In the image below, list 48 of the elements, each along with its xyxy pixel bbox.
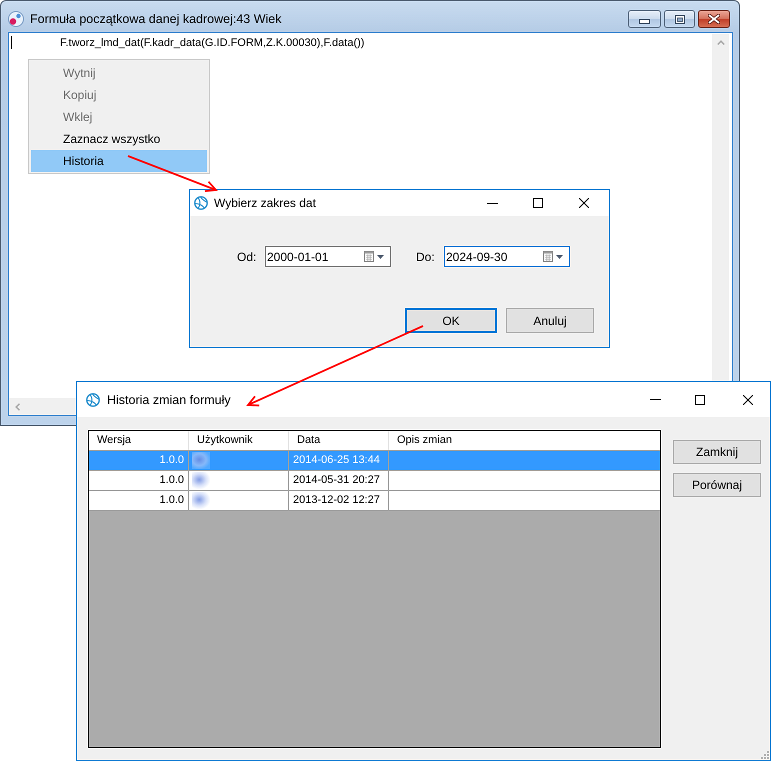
window-title: Formuła początkowa danej kadrowej:43 Wiek (30, 12, 282, 26)
table-cell: 2013-12-02 12:27 (289, 491, 389, 510)
minimize-icon[interactable] (487, 202, 498, 204)
formula-text: F.tworz_lmd_dat(F.kadr_data(G.ID.FORM,Z.K.00030),F.data()) (60, 36, 364, 48)
maximize-icon[interactable] (533, 198, 543, 208)
close-icon (708, 14, 720, 24)
maximize-icon (674, 14, 684, 24)
caret-icon (556, 254, 563, 258)
close-icon[interactable] (743, 394, 753, 404)
field-label: Od: (237, 250, 258, 264)
minimize-button[interactable] (628, 10, 661, 28)
table-row[interactable]: 1.0.0 2014-05-31 20:27 (89, 471, 660, 491)
field-label: Do: (416, 250, 436, 264)
chevron-left-icon (15, 402, 20, 410)
column-header[interactable]: Opis zmian (389, 431, 660, 450)
table-row[interactable]: 1.0.0 2013-12-02 12:27 (89, 491, 660, 511)
dialog-button[interactable]: Zamknij (673, 440, 761, 464)
column-header[interactable]: Data (289, 431, 389, 450)
calendar-icon (543, 251, 553, 262)
globe-icon (86, 392, 100, 406)
table-cell: 1.0.0 (89, 491, 189, 510)
date-field[interactable]: 2000-01-01 (265, 246, 391, 267)
column-header[interactable]: Użytkownik (189, 431, 289, 450)
table-cell: 1.0.0 (89, 471, 189, 490)
dialog-title: Wybierz zakres dat (214, 196, 316, 210)
close-icon[interactable] (579, 198, 589, 208)
chevron-up-icon (716, 40, 724, 45)
dialog-button[interactable]: Anuluj (506, 308, 594, 333)
table-cell: 2014-06-25 13:44 (289, 451, 389, 470)
dialog-button[interactable]: Porównaj (673, 473, 761, 497)
ball-icon (8, 10, 24, 26)
minimize-icon (639, 19, 650, 24)
table-cell: 1.0.0 (89, 451, 189, 470)
menu-item[interactable]: Historia (31, 150, 207, 172)
resize-grip-icon (761, 751, 769, 759)
dialog-button[interactable]: OK (405, 308, 497, 333)
column-header[interactable]: Wersja (89, 431, 189, 450)
calendar-icon (364, 251, 374, 262)
globe-icon (194, 196, 208, 210)
table-cell: 2014-05-31 20:27 (289, 471, 389, 490)
close-button[interactable] (698, 10, 730, 28)
text-caret (11, 36, 12, 49)
maximize-button[interactable] (664, 10, 695, 28)
menu-item[interactable]: Zaznacz wszystko (31, 128, 207, 150)
date-field[interactable]: 2024-09-30 (444, 246, 570, 267)
dialog-title: Historia zmian formuły (107, 392, 231, 406)
caret-icon (377, 254, 384, 258)
maximize-icon[interactable] (695, 394, 705, 404)
